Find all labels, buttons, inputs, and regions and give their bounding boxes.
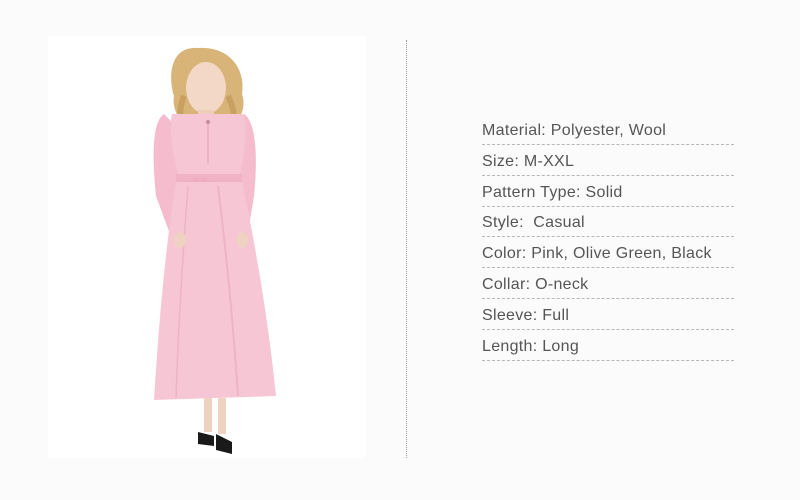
model-belt	[176, 174, 242, 182]
spec-pattern-type: Pattern Type: Solid	[482, 176, 734, 207]
spec-style: Style: Casual	[482, 207, 734, 238]
spec-length: Length: Long	[482, 330, 734, 361]
product-spec-list: Material: Polyester, Wool Size: M-XXL Pa…	[482, 112, 734, 361]
model-left-shoe	[198, 432, 214, 446]
spec-sleeve: Sleeve: Full	[482, 299, 734, 330]
model-skirt	[154, 182, 276, 400]
spec-color: Color: Pink, Olive Green, Black	[482, 237, 734, 269]
model-face	[186, 62, 226, 114]
model-right-shoe	[216, 434, 232, 454]
spec-collar: Collar: O-neck	[482, 268, 734, 299]
product-photo	[48, 36, 366, 458]
model-dress-illustration	[153, 47, 276, 454]
vertical-divider	[406, 40, 407, 458]
spec-size: Size: M-XXL	[482, 145, 734, 176]
spec-material: Material: Polyester, Wool	[482, 112, 734, 145]
